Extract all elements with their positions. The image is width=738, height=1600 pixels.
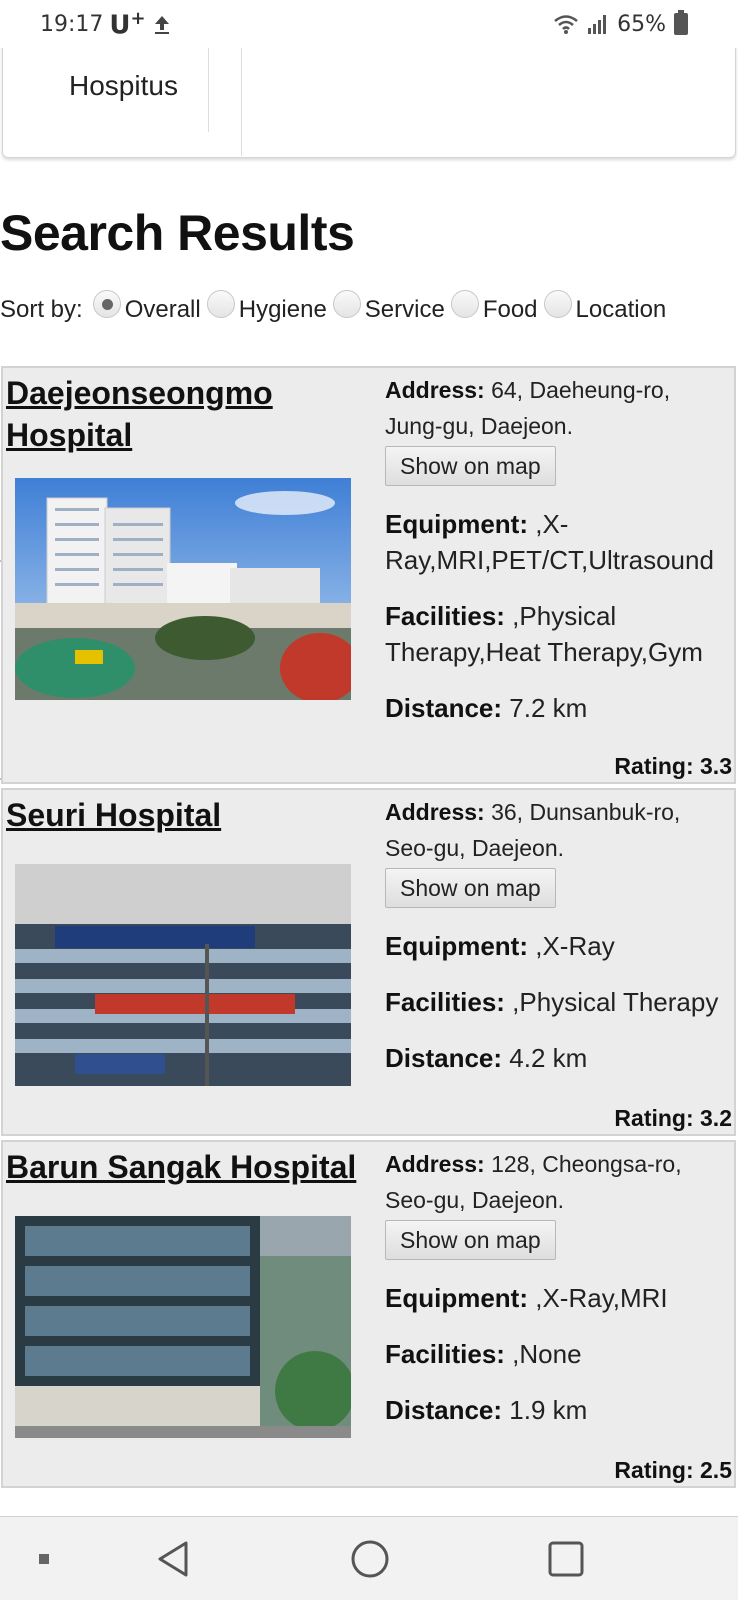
distance-label: Distance: xyxy=(385,693,503,723)
hospital-info: Address: 36, Dunsanbuk-ro, Seo-gu, Daeje… xyxy=(385,794,732,1076)
show-on-map-button[interactable]: Show on map xyxy=(385,446,556,486)
rating: Rating: 2.5 xyxy=(614,1457,732,1483)
hospital-photo xyxy=(15,864,351,1086)
upload-icon xyxy=(154,16,169,34)
facilities-row: Facilities: ,None xyxy=(385,1336,732,1372)
distance-value: 4.2 km xyxy=(509,1043,588,1073)
result-card: Seuri Hospital Address: 36, Dunsanbuk-ro… xyxy=(1,788,736,1136)
result-card: Daejeonseongmo Hospital Address: 64, Dae… xyxy=(1,366,736,784)
address-row: Address: 36, Dunsanbuk-ro, Seo-gu, Daeje… xyxy=(385,794,732,866)
wifi-icon xyxy=(554,15,578,34)
status-bar: 19:17 U+ 65% xyxy=(0,0,738,48)
address-row: Address: 64, Daeheung-ro, Jung-gu, Daeje… xyxy=(385,372,732,444)
top-nav: Hospitus xyxy=(2,44,736,158)
facilities-label: Facilities: xyxy=(385,1339,505,1369)
equipment-label: Equipment: xyxy=(385,509,528,539)
hospital-name-link[interactable]: Seuri Hospital xyxy=(6,794,366,836)
equipment-row: Equipment: ,X-Ray,MRI,PET/CT,Ultrasound xyxy=(385,506,732,578)
hospital-name-link[interactable]: Barun Sangak Hospital xyxy=(6,1146,366,1188)
facilities-label: Facilities: xyxy=(385,601,505,631)
equipment-label: Equipment: xyxy=(385,1283,528,1313)
sort-label: Sort by: xyxy=(0,296,83,323)
distance-value: 7.2 km xyxy=(509,693,588,723)
equipment-label: Equipment: xyxy=(385,931,528,961)
nav-divider xyxy=(241,44,242,156)
facilities-row: Facilities: ,Physical Therapy xyxy=(385,984,732,1020)
distance-label: Distance: xyxy=(385,1043,503,1073)
menu-dot-icon[interactable] xyxy=(36,1551,52,1567)
results-list: Daejeonseongmo Hospital Address: 64, Dae… xyxy=(1,366,736,1492)
sort-bar: Sort by: Overall Hygiene Service Food Lo… xyxy=(0,290,668,330)
equipment-row: Equipment: ,X-Ray xyxy=(385,928,732,964)
sort-option-service[interactable]: Service xyxy=(365,296,445,324)
sort-radio-overall[interactable] xyxy=(92,290,121,318)
carrier-label: U+ xyxy=(109,8,145,41)
system-nav-bar xyxy=(0,1516,738,1600)
nav-divider xyxy=(208,48,209,132)
hospital-info: Address: 128, Cheongsa-ro, Seo-gu, Daeje… xyxy=(385,1146,732,1428)
address-label: Address: xyxy=(385,799,485,825)
status-left: 19:17 U+ xyxy=(40,8,172,41)
result-card: Barun Sangak Hospital Address: 128, Cheo… xyxy=(1,1140,736,1488)
sort-option-food[interactable]: Food xyxy=(483,296,538,324)
status-time: 19:17 xyxy=(40,11,104,37)
sort-option-overall[interactable]: Overall xyxy=(125,296,201,324)
address-label: Address: xyxy=(385,1151,485,1177)
sort-radio-food[interactable] xyxy=(450,290,479,318)
sort-option-location[interactable]: Location xyxy=(576,296,667,324)
hospital-photo xyxy=(15,478,351,700)
distance-row: Distance: 1.9 km xyxy=(385,1392,732,1428)
show-on-map-button[interactable]: Show on map xyxy=(385,868,556,908)
sort-radio-hygiene[interactable] xyxy=(206,290,235,318)
hospital-name-link[interactable]: Daejeonseongmo Hospital xyxy=(6,372,366,456)
distance-value: 1.9 km xyxy=(509,1395,588,1425)
back-icon[interactable] xyxy=(154,1539,194,1579)
signal-icon xyxy=(588,15,607,34)
distance-row: Distance: 7.2 km xyxy=(385,690,732,726)
sort-radio-service[interactable] xyxy=(332,290,361,318)
rating: Rating: 3.3 xyxy=(614,753,732,779)
facilities-label: Facilities: xyxy=(385,987,505,1017)
facilities-value: ,None xyxy=(512,1339,582,1369)
battery-percent: 65% xyxy=(617,11,666,37)
carrier-sup: + xyxy=(130,7,146,29)
equipment-value: ,X-Ray xyxy=(535,931,615,961)
sort-option-hygiene[interactable]: Hygiene xyxy=(239,296,327,324)
recent-apps-icon[interactable] xyxy=(546,1539,586,1579)
page-title: Search Results xyxy=(0,205,355,261)
home-icon[interactable] xyxy=(350,1539,390,1579)
equipment-row: Equipment: ,X-Ray,MRI xyxy=(385,1280,732,1316)
facilities-value: ,Physical Therapy xyxy=(512,987,719,1017)
hospital-info: Address: 64, Daeheung-ro, Jung-gu, Daeje… xyxy=(385,372,732,726)
distance-row: Distance: 4.2 km xyxy=(385,1040,732,1076)
show-on-map-button[interactable]: Show on map xyxy=(385,1220,556,1260)
rating: Rating: 3.2 xyxy=(614,1105,732,1131)
sort-radio-location[interactable] xyxy=(543,290,572,318)
equipment-value: ,X-Ray,MRI xyxy=(535,1283,668,1313)
battery-icon xyxy=(674,10,688,35)
distance-label: Distance: xyxy=(385,1395,503,1425)
brand-link[interactable]: Hospitus xyxy=(69,70,178,102)
address-label: Address: xyxy=(385,377,485,403)
facilities-row: Facilities: ,Physical Therapy,Heat Thera… xyxy=(385,598,732,670)
hospital-photo xyxy=(15,1216,351,1438)
status-right: 65% xyxy=(553,10,688,37)
address-row: Address: 128, Cheongsa-ro, Seo-gu, Daeje… xyxy=(385,1146,732,1218)
carrier-text: U xyxy=(109,10,131,41)
